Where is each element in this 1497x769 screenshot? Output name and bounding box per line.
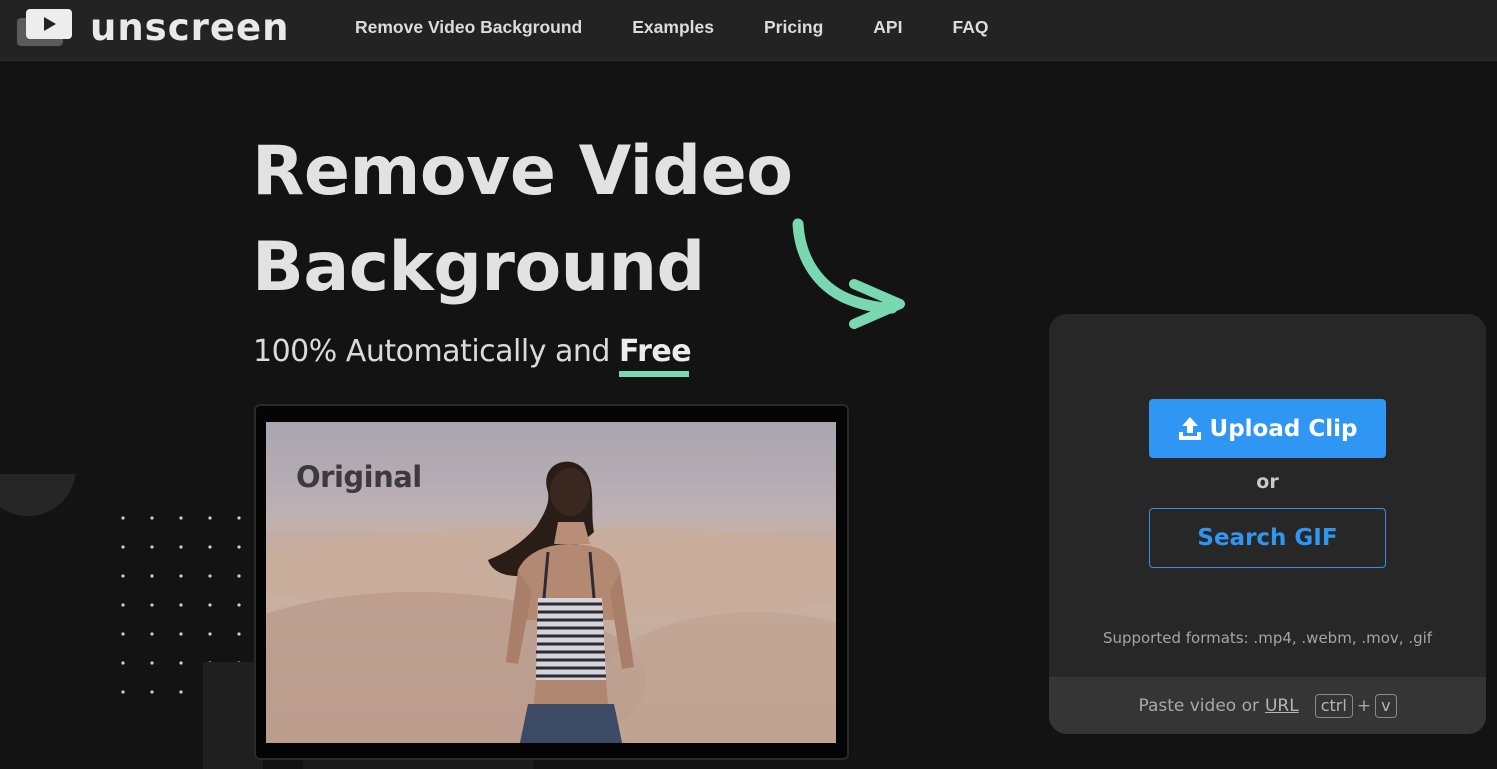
decorative-dot <box>237 603 241 607</box>
decorative-dot <box>121 545 125 549</box>
decorative-dot <box>121 690 125 694</box>
decorative-dot <box>121 516 125 520</box>
original-label: Original <box>296 460 422 494</box>
paste-url-link[interactable]: URL <box>1265 696 1299 716</box>
decorative-dot <box>179 516 183 520</box>
paste-prefix: Paste video or <box>1138 695 1259 716</box>
decorative-dot <box>208 603 212 607</box>
decorative-dot <box>208 632 212 636</box>
decorative-circle <box>0 474 76 516</box>
decorative-dot <box>179 603 183 607</box>
decorative-dot <box>237 632 241 636</box>
decorative-dot <box>179 574 183 578</box>
decorative-dot <box>150 574 154 578</box>
decorative-dot <box>150 545 154 549</box>
decorative-dot <box>237 545 241 549</box>
decorative-dot <box>179 632 183 636</box>
decorative-dot <box>121 661 125 665</box>
search-gif-button[interactable]: Search GIF <box>1149 508 1386 568</box>
hero-title: Remove Video Background <box>252 124 793 316</box>
decorative-dot <box>179 661 183 665</box>
decorative-dot <box>208 574 212 578</box>
upload-icon <box>1178 416 1201 440</box>
decorative-dot <box>150 603 154 607</box>
nav-link-api[interactable]: API <box>873 0 902 54</box>
curved-arrow-icon <box>792 218 905 329</box>
upload-clip-label: Upload Clip <box>1209 415 1358 442</box>
supported-formats-text: Supported formats: .mp4, .webm, .mov, .g… <box>1102 629 1433 647</box>
nav-link-pricing[interactable]: Pricing <box>764 0 823 54</box>
plus-sign: + <box>1356 695 1372 716</box>
decorative-dot <box>150 661 154 665</box>
decorative-dot <box>179 545 183 549</box>
upload-panel: Upload Clip or Search GIF Supported form… <box>1049 314 1486 734</box>
decorative-dot <box>150 632 154 636</box>
free-underline <box>619 371 689 377</box>
decorative-dot <box>208 516 212 520</box>
decorative-dot <box>237 516 241 520</box>
v-key: v <box>1375 693 1397 718</box>
brand-name: unscreen <box>90 6 290 49</box>
main-nav: Remove Video Background Examples Pricing… <box>355 0 988 54</box>
decorative-dot <box>237 574 241 578</box>
play-window-icon <box>17 9 72 46</box>
or-separator: or <box>1256 471 1279 493</box>
nav-link-remove-video-background[interactable]: Remove Video Background <box>355 0 582 54</box>
decorative-dot <box>150 516 154 520</box>
video-preview-screen: Original <box>266 422 836 743</box>
video-preview-monitor: Original <box>254 404 849 760</box>
hero-title-line-1: Remove Video <box>252 132 793 211</box>
decorative-dot <box>179 690 183 694</box>
ctrl-key: ctrl <box>1314 693 1353 718</box>
decorative-dot <box>208 545 212 549</box>
decorative-dot <box>121 632 125 636</box>
nav-link-examples[interactable]: Examples <box>632 0 714 54</box>
decorative-dot <box>121 574 125 578</box>
woman-figure-image <box>488 461 634 743</box>
hero-subtitle: 100% Automatically and Free <box>253 332 692 372</box>
decorative-dot <box>150 690 154 694</box>
upload-clip-button[interactable]: Upload Clip <box>1149 399 1386 458</box>
subtitle-free: Free <box>619 334 692 369</box>
top-navbar: unscreen Remove Video Background Example… <box>0 0 1497 61</box>
subtitle-prefix: 100% Automatically and <box>253 334 610 369</box>
decorative-dot <box>121 603 125 607</box>
hero-title-line-2: Background <box>252 228 705 307</box>
paste-bar: Paste video or URL ctrl + v <box>1049 677 1486 734</box>
nav-link-faq[interactable]: FAQ <box>952 0 988 54</box>
